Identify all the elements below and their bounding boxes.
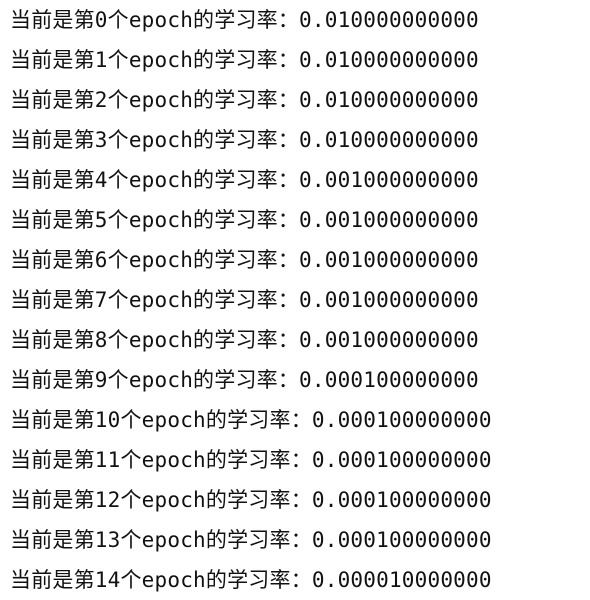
log-line-4: 当前是第4个epoch的学习率：0.001000000000 [10,168,479,192]
log-line-7: 当前是第7个epoch的学习率：0.001000000000 [10,288,479,312]
log-line-1: 当前是第1个epoch的学习率：0.010000000000 [10,48,479,72]
log-line-0: 当前是第0个epoch的学习率：0.010000000000 [10,8,479,32]
log-line-2: 当前是第2个epoch的学习率：0.010000000000 [10,88,479,112]
log-line-14: 当前是第14个epoch的学习率：0.000010000000 [10,568,492,592]
log-line-13: 当前是第13个epoch的学习率：0.000100000000 [10,528,492,552]
log-line-12: 当前是第12个epoch的学习率：0.000100000000 [10,488,492,512]
log-line-5: 当前是第5个epoch的学习率：0.001000000000 [10,208,479,232]
log-line-10: 当前是第10个epoch的学习率：0.000100000000 [10,408,492,432]
log-line-9: 当前是第9个epoch的学习率：0.000100000000 [10,368,479,392]
log-line-6: 当前是第6个epoch的学习率：0.001000000000 [10,248,479,272]
log-line-11: 当前是第11个epoch的学习率：0.000100000000 [10,448,492,472]
log-line-8: 当前是第8个epoch的学习率：0.001000000000 [10,328,479,352]
console-output: 当前是第0个epoch的学习率：0.010000000000 当前是第1个epo… [10,0,586,600]
log-line-3: 当前是第3个epoch的学习率：0.010000000000 [10,128,479,152]
